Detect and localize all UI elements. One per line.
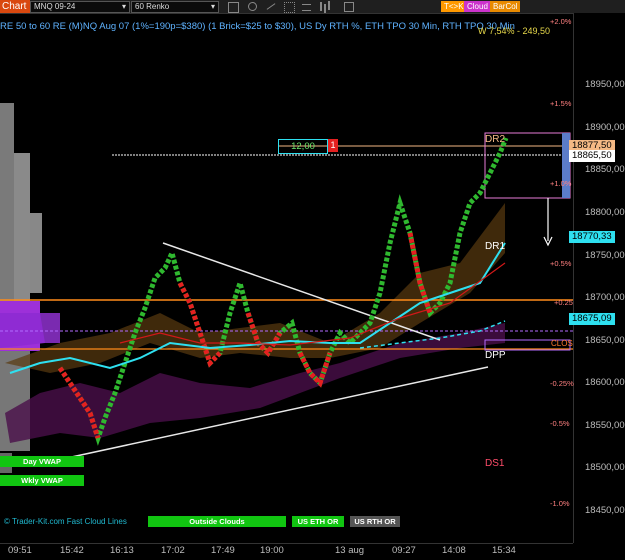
dr2-label: DR2 [485,134,506,145]
chevron-down-icon: ▾ [210,2,215,11]
grid-icon[interactable] [284,2,295,13]
percent-tick: +2.0% [550,17,572,26]
percent-tick: -1.0% [550,499,570,508]
zoom-icon[interactable] [248,2,257,11]
y-tick: 18750,00 [585,250,625,261]
brick-size-box[interactable]: 12,00 [278,139,328,154]
outside-clouds-button[interactable]: Outside Clouds [148,516,286,527]
x-tick: 15:42 [60,545,84,556]
instrument-selector[interactable]: MNQ 09-24 ▾ [30,1,130,13]
y-tick: 18450,00 [585,505,625,516]
us-eth-or-button[interactable]: US ETH OR [292,516,344,527]
x-tick: 19:00 [260,545,284,556]
y-tick: 18900,00 [585,122,625,133]
y-tick: 18550,00 [585,420,625,431]
chart-tab[interactable]: Chart [0,0,30,13]
w-value-label: W 7,54% - 249,50 [478,26,551,36]
ds1-label: DS1 [485,458,505,469]
day-vwap-button[interactable]: Day VWAP [0,456,84,467]
status-text: © Trader-Kit.com Fast Cloud Lines [4,517,127,526]
tk-button[interactable]: T<>K [441,1,467,12]
price-tag: 18865,50 [569,150,615,162]
x-tick: 09:51 [8,545,32,556]
crosshair-icon[interactable] [228,2,239,13]
time-axis[interactable] [0,543,573,560]
x-tick: 16:13 [110,545,134,556]
chevron-down-icon: ▾ [121,2,126,11]
wkly-vwap-button[interactable]: Wkly VWAP [0,475,84,486]
x-tick: 17:02 [161,545,185,556]
template-icon[interactable] [344,2,354,12]
y-tick: 18600,00 [585,377,625,388]
y-tick: 18800,00 [585,207,625,218]
percent-tick: -0.5% [550,419,570,428]
price-tag: 18770,33 [569,231,615,243]
period-selector[interactable]: 60 Renko ▾ [131,1,219,13]
us-rth-or-button[interactable]: US RTH OR [350,516,400,527]
y-tick: 18850,00 [585,164,625,175]
draw-tool-icon[interactable] [266,3,276,10]
percent-tick: +0.5% [550,259,572,268]
chart-title: RE 50 to 60 RE (M)NQ Aug 07 (1%=190p=$38… [0,21,515,32]
bars-icon[interactable] [320,2,322,11]
dpp-label: DPP [485,350,506,361]
dr1-label: DR1 [485,241,506,252]
brick-flag: 1 [328,139,338,152]
percent-tick: +1.5% [550,99,572,108]
list-icon[interactable] [302,4,311,11]
clos-label: CLOS [551,339,573,348]
y-tick: 18700,00 [585,292,625,303]
percent-tick: +0.25 [554,298,573,307]
cloud-button[interactable]: Cloud [464,1,491,12]
percent-tick: -0.25% [550,379,574,388]
barcol-button[interactable]: BarCol [490,1,521,12]
y-tick: 18500,00 [585,462,625,473]
y-tick: 18650,00 [585,335,625,346]
instrument-label: MNQ 09-24 [34,2,76,11]
trend-line-down [162,242,441,341]
x-tick: 17:49 [211,545,235,556]
y-tick: 18950,00 [585,79,625,90]
percent-tick: +1.0% [550,179,572,188]
x-tick: 13 aug [335,545,365,556]
period-label: 60 Renko [135,2,170,11]
x-tick: 14:08 [442,545,466,556]
x-tick: 09:27 [392,545,416,556]
x-tick: 15:34 [492,545,516,556]
price-tag: 18675,09 [569,313,615,325]
